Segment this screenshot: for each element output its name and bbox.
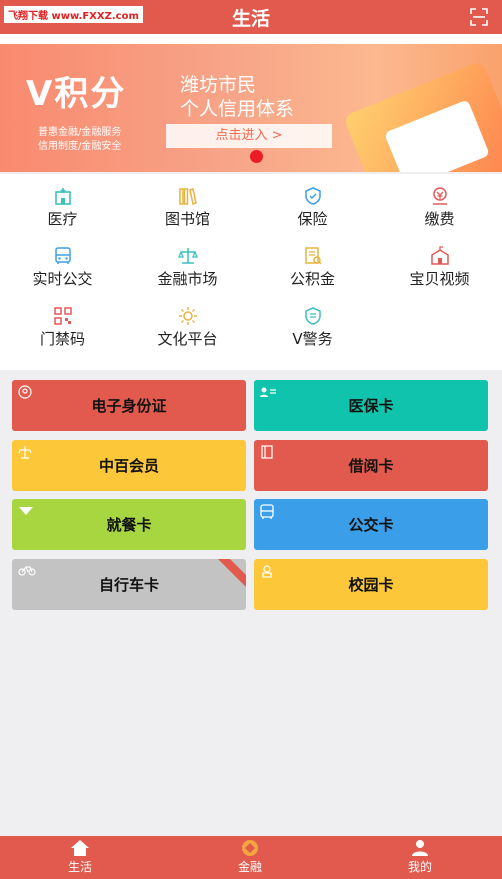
page-title: 生活 bbox=[231, 8, 270, 30]
scan-icon[interactable] bbox=[470, 8, 488, 26]
home-icon bbox=[71, 840, 89, 856]
card-label: 中百会员 bbox=[98, 457, 159, 475]
grid-item-label: 缴费 bbox=[424, 210, 455, 228]
tab-label: 生活 bbox=[67, 860, 92, 874]
card-meal[interactable]: 就餐卡 bbox=[12, 499, 246, 550]
grid-item-label: V警务 bbox=[292, 330, 333, 348]
card-campus[interactable]: 校园卡 bbox=[254, 559, 488, 610]
qrcode-icon bbox=[53, 307, 72, 325]
card-medical-insurance[interactable]: 医保卡 bbox=[254, 380, 488, 431]
grid-item-payment[interactable]: 缴费 bbox=[377, 180, 502, 236]
grid-item-label: 保险 bbox=[297, 210, 328, 228]
tab-life[interactable]: 生活 bbox=[30, 836, 130, 879]
grid-item-medical[interactable]: 医疗 bbox=[0, 180, 125, 236]
grid-item-label: 金融市场 bbox=[157, 270, 218, 288]
scale-icon bbox=[177, 248, 198, 264]
grid-item-baby-video[interactable]: 宝贝视频 bbox=[377, 240, 502, 296]
tab-label: 金融 bbox=[237, 860, 262, 874]
grid-item-label: 医疗 bbox=[47, 210, 78, 228]
payment-icon bbox=[432, 187, 447, 205]
user-icon bbox=[412, 840, 428, 856]
card-label: 借阅卡 bbox=[348, 457, 394, 475]
fund-icon bbox=[304, 247, 322, 265]
top-bar: 飞翔下载 www.FXXZ.com 生活 bbox=[0, 0, 502, 34]
carousel-indicator[interactable] bbox=[250, 150, 263, 163]
corner-ribbon-badge bbox=[218, 559, 246, 587]
grid-item-label: 公积金 bbox=[289, 270, 335, 288]
grid-item-label: 图书馆 bbox=[164, 210, 210, 228]
grid-item-label: 宝贝视频 bbox=[409, 270, 470, 288]
grid-item-bus[interactable]: 实时公交 bbox=[0, 240, 125, 296]
grid-item-housing-fund[interactable]: 公积金 bbox=[250, 240, 375, 296]
grid-item-label: 实时公交 bbox=[32, 270, 93, 288]
tab-label: 我的 bbox=[407, 860, 432, 874]
tab-mine[interactable]: 我的 bbox=[370, 836, 470, 879]
card-bicycle[interactable]: 自行车卡 bbox=[12, 559, 246, 610]
banner-enter-button[interactable]: 点击进入 > bbox=[166, 124, 332, 148]
card-label: 校园卡 bbox=[348, 576, 394, 594]
grid-item-label: 门禁码 bbox=[39, 330, 85, 348]
grid-item-insurance[interactable]: 保险 bbox=[250, 180, 375, 236]
card-e-id[interactable]: 电子身份证 bbox=[12, 380, 246, 431]
banner-small-2: 信用制度/金融安全 bbox=[38, 141, 122, 152]
grid-item-culture[interactable]: 文化平台 bbox=[125, 300, 250, 356]
banner-subtitle-2: 个人信用体系 bbox=[180, 98, 295, 120]
banner-small-1: 普惠金融/金融服务 bbox=[38, 127, 122, 138]
hospital-icon bbox=[54, 188, 71, 205]
card-library-borrow[interactable]: 借阅卡 bbox=[254, 440, 488, 491]
service-grid: 医疗 图书馆 保险 缴费 实时公交 金融市场 公积金 宝贝视频 门禁码 文化平台… bbox=[0, 174, 502, 370]
books-icon bbox=[178, 188, 197, 205]
promo-banner[interactable]: V积分 潍坊市民 个人信用体系 普惠金融/金融服务 信用制度/金融安全 点击进入… bbox=[0, 44, 502, 172]
card-label: 就餐卡 bbox=[106, 516, 152, 534]
finance-icon bbox=[242, 840, 258, 856]
grid-item-library[interactable]: 图书馆 bbox=[125, 180, 250, 236]
banner-title: V积分 bbox=[26, 74, 127, 114]
card-zhongbai-member[interactable]: 中百会员 bbox=[12, 440, 246, 491]
grid-item-label: 文化平台 bbox=[157, 330, 218, 348]
card-label: 自行车卡 bbox=[98, 576, 159, 594]
card-bus[interactable]: 公交卡 bbox=[254, 499, 488, 550]
shield-icon bbox=[304, 187, 321, 205]
card-label: 医保卡 bbox=[348, 397, 394, 415]
header-spacer bbox=[0, 34, 502, 44]
card-label: 公交卡 bbox=[348, 516, 394, 534]
bus-icon bbox=[54, 247, 71, 264]
banner-subtitle-1: 潍坊市民 bbox=[180, 74, 257, 96]
tab-finance[interactable]: 金融 bbox=[200, 836, 300, 879]
school-icon bbox=[430, 246, 449, 265]
grid-item-v-police[interactable]: V警务 bbox=[250, 300, 375, 356]
bottom-tab-bar: 生活 金融 我的 bbox=[0, 836, 502, 879]
grid-item-finance-market[interactable]: 金融市场 bbox=[125, 240, 250, 296]
card-label: 电子身份证 bbox=[91, 397, 167, 415]
culture-icon bbox=[178, 307, 197, 325]
police-icon bbox=[304, 307, 321, 325]
grid-item-access-code[interactable]: 门禁码 bbox=[0, 300, 125, 356]
